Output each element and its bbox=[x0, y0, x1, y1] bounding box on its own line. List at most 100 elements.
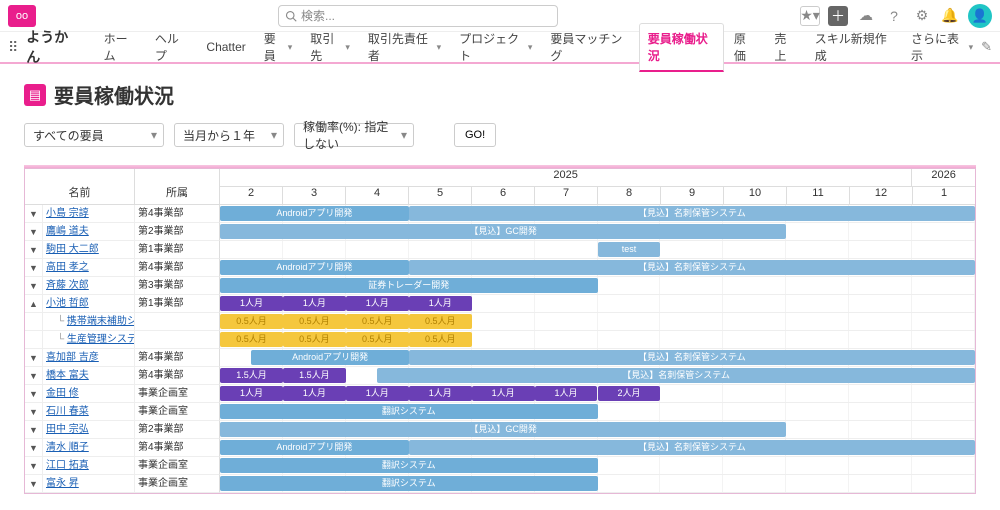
dept-cell bbox=[135, 313, 220, 331]
nav-item-12[interactable]: さらに表示▾ bbox=[903, 24, 981, 70]
gantt-bar[interactable]: 0.5人月 bbox=[220, 332, 283, 347]
gantt-bar[interactable]: 翻訳システム bbox=[220, 476, 598, 491]
dept-cell bbox=[135, 331, 220, 349]
nav-item-4[interactable]: 取引先▾ bbox=[302, 24, 358, 70]
expand-toggle[interactable]: ▼ bbox=[25, 259, 43, 277]
resource-link[interactable]: 富永 昇 bbox=[46, 478, 79, 489]
gantt-bar[interactable]: 0.5人月 bbox=[409, 314, 472, 329]
expand-toggle[interactable]: ▼ bbox=[25, 439, 43, 457]
gantt-bar[interactable]: 【見込】名刺保管システム bbox=[377, 368, 975, 383]
gantt-bar[interactable]: Androidアプリ開発 bbox=[251, 350, 408, 365]
gantt-bar[interactable]: 【見込】GC開発 bbox=[220, 224, 786, 239]
nav-item-11[interactable]: スキル新規作成 bbox=[807, 24, 901, 70]
gantt-bar[interactable]: 翻訳システム bbox=[220, 458, 598, 473]
gantt-bar[interactable]: 1人月 bbox=[535, 386, 598, 401]
table-row: ▼斉藤 次郎第3事業部証券トレーダー開発 bbox=[25, 277, 975, 295]
expand-toggle[interactable]: ▼ bbox=[25, 367, 43, 385]
year-header: 2025 bbox=[220, 169, 912, 187]
nav-item-7[interactable]: 要員マッチング bbox=[542, 24, 636, 70]
gantt-bar[interactable]: Androidアプリ開発 bbox=[220, 260, 409, 275]
expand-toggle[interactable]: ▼ bbox=[25, 223, 43, 241]
expand-toggle[interactable]: ▼ bbox=[25, 457, 43, 475]
resource-link[interactable]: 鷹嶋 道夫 bbox=[46, 226, 89, 237]
gantt-bar[interactable]: 【見込】名刺保管システム bbox=[409, 206, 975, 221]
resource-link[interactable]: 斉藤 次郎 bbox=[46, 280, 89, 291]
gantt-bar[interactable]: 1人月 bbox=[472, 386, 535, 401]
nav-item-9[interactable]: 原価 bbox=[726, 24, 764, 70]
nav-item-10[interactable]: 売上 bbox=[766, 24, 804, 70]
gantt-bar[interactable]: 1人月 bbox=[283, 386, 346, 401]
resource-link[interactable]: 生産管理システム bbox=[67, 334, 135, 345]
resource-link[interactable]: 石川 春菜 bbox=[46, 406, 89, 417]
resource-link[interactable]: 金田 修 bbox=[46, 388, 79, 399]
gantt-bar[interactable]: 0.5人月 bbox=[283, 314, 346, 329]
chevron-down-icon: ▾ bbox=[345, 42, 350, 53]
expand-toggle[interactable]: ▼ bbox=[25, 403, 43, 421]
nav-item-0[interactable]: ホーム bbox=[96, 24, 145, 70]
app-launcher-icon[interactable]: ⠿ bbox=[8, 39, 18, 56]
expand-toggle[interactable]: ▼ bbox=[25, 277, 43, 295]
resource-link[interactable]: 江口 拓真 bbox=[46, 460, 89, 471]
gantt-bar[interactable]: 0.5人月 bbox=[346, 332, 409, 347]
gantt-bar[interactable]: Androidアプリ開発 bbox=[220, 440, 409, 455]
gantt-bar[interactable]: 1人月 bbox=[220, 296, 283, 311]
month-header: 3 bbox=[283, 187, 346, 205]
nav-item-5[interactable]: 取引先責任者▾ bbox=[360, 24, 449, 70]
month-header: 4 bbox=[346, 187, 409, 205]
year-header: 2026 bbox=[912, 169, 975, 187]
gantt-bar[interactable]: 0.5人月 bbox=[283, 332, 346, 347]
expand-toggle bbox=[25, 313, 43, 331]
gantt-bar[interactable]: 1人月 bbox=[409, 296, 472, 311]
resource-link[interactable]: 橋本 富夫 bbox=[46, 370, 89, 381]
gantt-bar[interactable]: 2人月 bbox=[598, 386, 661, 401]
app-logo[interactable]: oo bbox=[8, 5, 36, 27]
gantt-bar[interactable]: 【見込】名刺保管システム bbox=[409, 440, 975, 455]
gantt-bar[interactable]: 0.5人月 bbox=[409, 332, 472, 347]
gantt-bar[interactable]: 1.5人月 bbox=[283, 368, 346, 383]
column-header-dept: 所属 bbox=[135, 169, 220, 205]
resource-link[interactable]: 田中 宗弘 bbox=[46, 424, 89, 435]
nav-item-8[interactable]: 要員稼働状況 bbox=[639, 23, 724, 72]
expand-toggle[interactable]: ▲ bbox=[25, 295, 43, 313]
gantt-bar[interactable]: 1.5人月 bbox=[220, 368, 283, 383]
resource-link[interactable]: 清水 順子 bbox=[46, 442, 89, 453]
nav-item-6[interactable]: プロジェクト▾ bbox=[451, 24, 540, 70]
expand-toggle[interactable]: ▼ bbox=[25, 241, 43, 259]
expand-toggle[interactable]: ▼ bbox=[25, 475, 43, 493]
expand-toggle[interactable]: ▼ bbox=[25, 349, 43, 367]
resource-link[interactable]: 携帯端末補助システム開発 bbox=[67, 316, 135, 327]
nav-item-1[interactable]: ヘルプ bbox=[147, 24, 197, 70]
go-button[interactable]: GO! bbox=[454, 123, 496, 147]
resource-link[interactable]: 高田 孝之 bbox=[46, 262, 89, 273]
gantt-bar[interactable]: 【見込】名刺保管システム bbox=[409, 350, 975, 365]
dept-cell: 第4事業部 bbox=[135, 259, 220, 277]
resource-link[interactable]: 喜加部 吉彦 bbox=[46, 352, 99, 363]
gantt-bar[interactable]: 【見込】名刺保管システム bbox=[409, 260, 975, 275]
gantt-bar[interactable]: Androidアプリ開発 bbox=[220, 206, 409, 221]
gantt-bar[interactable]: 翻訳システム bbox=[220, 404, 598, 419]
edit-icon[interactable]: ✎ bbox=[981, 39, 992, 55]
expand-toggle[interactable]: ▼ bbox=[25, 421, 43, 439]
gantt-bar[interactable]: 1人月 bbox=[346, 296, 409, 311]
gantt-bar[interactable]: 1人月 bbox=[283, 296, 346, 311]
resource-link[interactable]: 小島 宗諄 bbox=[46, 208, 89, 219]
gantt-bar[interactable]: 1人月 bbox=[346, 386, 409, 401]
gantt-bar[interactable]: 証券トレーダー開発 bbox=[220, 278, 598, 293]
filter-resource[interactable]: すべての要員 bbox=[24, 123, 164, 147]
nav-item-3[interactable]: 要員▾ bbox=[256, 24, 300, 70]
resource-link[interactable]: 小池 哲郎 bbox=[46, 298, 89, 309]
gantt-bar[interactable]: 【見込】GC開発 bbox=[220, 422, 786, 437]
gantt-bar[interactable]: test bbox=[598, 242, 661, 257]
page-title: 要員稼働状況 bbox=[54, 80, 174, 109]
resource-link[interactable]: 駒田 大二郎 bbox=[46, 244, 99, 255]
expand-toggle[interactable]: ▼ bbox=[25, 385, 43, 403]
month-header: 7 bbox=[535, 187, 598, 205]
nav-item-2[interactable]: Chatter bbox=[198, 34, 253, 60]
filter-rate[interactable]: 稼働率(%): 指定しない bbox=[294, 123, 414, 147]
gantt-bar[interactable]: 0.5人月 bbox=[220, 314, 283, 329]
gantt-bar[interactable]: 1人月 bbox=[409, 386, 472, 401]
expand-toggle[interactable]: ▼ bbox=[25, 205, 43, 223]
filter-period[interactable]: 当月から１年 bbox=[174, 123, 284, 147]
gantt-bar[interactable]: 0.5人月 bbox=[346, 314, 409, 329]
gantt-bar[interactable]: 1人月 bbox=[220, 386, 283, 401]
